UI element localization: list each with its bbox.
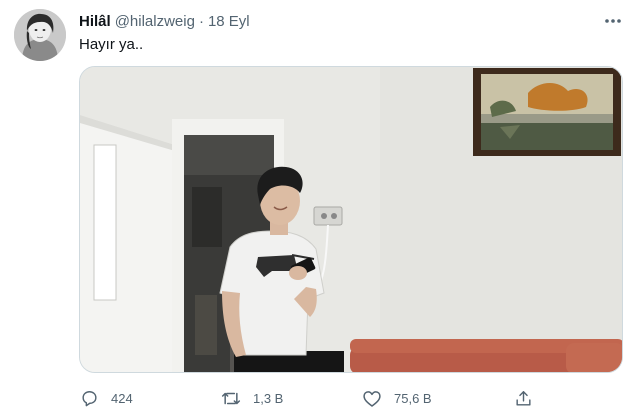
tweet-date[interactable]: 18 Eyl bbox=[208, 13, 250, 30]
retweet-icon bbox=[221, 388, 241, 408]
tweet: Hilâl @hilalzweig · 18 Eyl Hayır ya.. 42… bbox=[0, 0, 635, 415]
more-options-button[interactable] bbox=[601, 10, 625, 30]
author-display-name[interactable]: Hilâl bbox=[79, 13, 111, 30]
author-handle[interactable]: @hilalzweig bbox=[115, 13, 195, 30]
more-horizontal-icon bbox=[604, 11, 622, 29]
retweet-button[interactable]: 1,3 B bbox=[221, 384, 283, 412]
tweet-header: Hilâl @hilalzweig · 18 Eyl bbox=[79, 11, 250, 31]
reply-button[interactable]: 424 bbox=[79, 384, 133, 412]
reply-icon bbox=[79, 388, 99, 408]
reply-count: 424 bbox=[111, 390, 133, 406]
share-icon bbox=[513, 388, 533, 408]
retweet-count: 1,3 B bbox=[253, 390, 284, 406]
avatar[interactable] bbox=[14, 9, 66, 61]
separator-dot: · bbox=[198, 12, 204, 30]
tweet-text: Hayır ya.. bbox=[79, 36, 144, 53]
share-button[interactable] bbox=[513, 384, 533, 412]
like-count: 75,6 B bbox=[394, 390, 432, 406]
tweet-actions: 424 1,3 B 75,6 B bbox=[79, 384, 627, 412]
like-button[interactable]: 75,6 B bbox=[362, 384, 432, 412]
tweet-photo[interactable] bbox=[79, 66, 623, 373]
heart-icon bbox=[362, 388, 382, 408]
